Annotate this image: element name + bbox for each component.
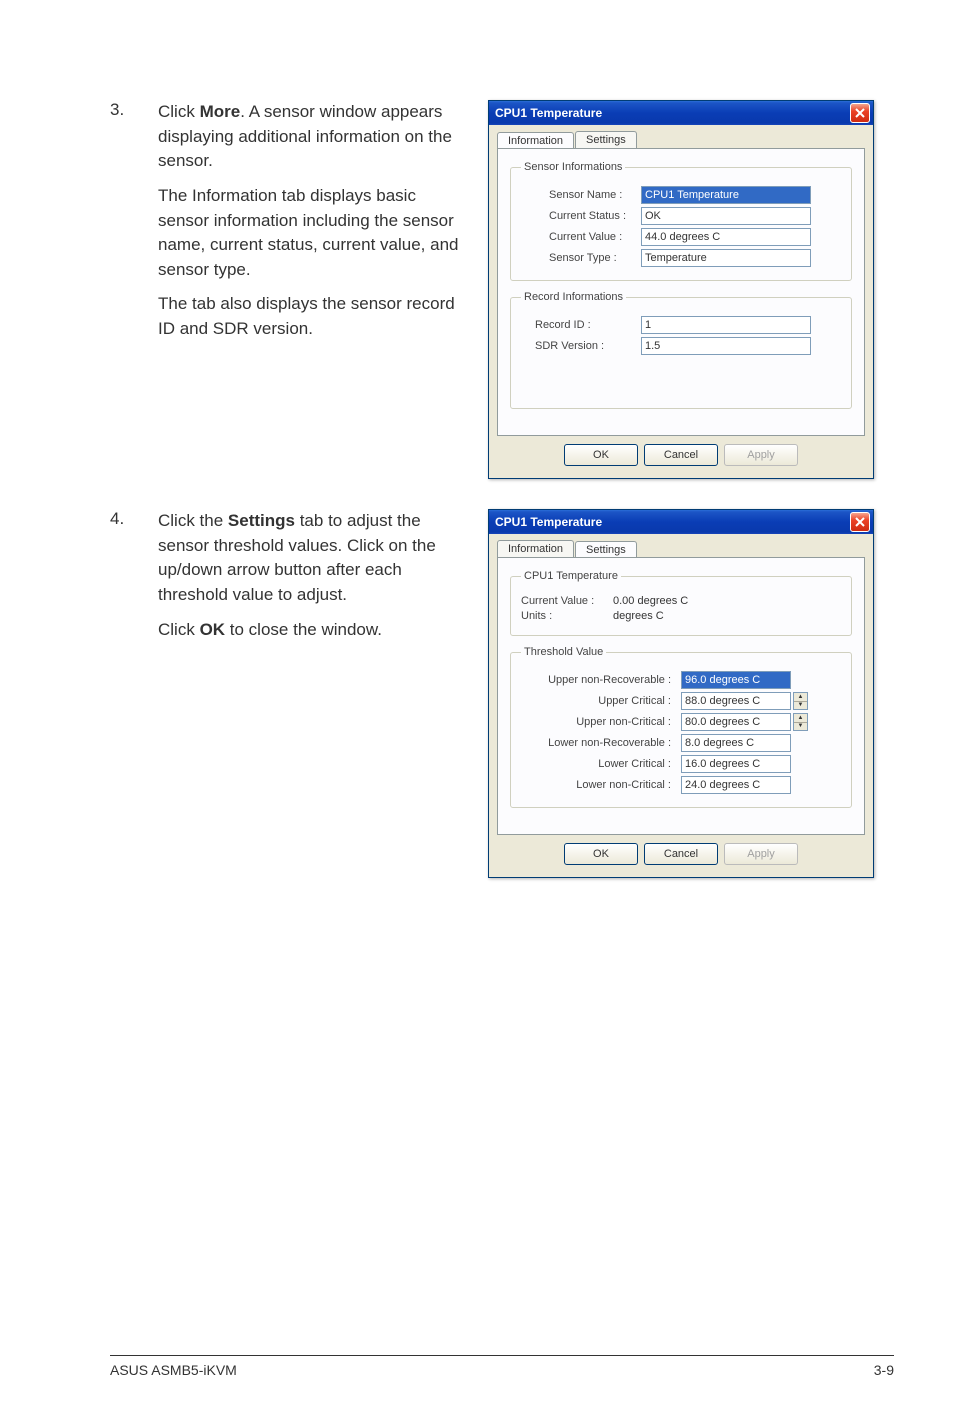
sdr-version-value[interactable]: 1.5 [641, 337, 811, 355]
current-value-value[interactable]: 44.0 degrees C [641, 228, 811, 246]
chevron-down-icon[interactable]: ▼ [794, 723, 807, 731]
threshold-value-group: Threshold Value Upper non-Recoverable : … [510, 646, 852, 808]
record-id-label: Record ID : [521, 319, 641, 331]
spinner[interactable]: ▲▼ [793, 692, 808, 710]
fieldset-legend: Sensor Informations [521, 161, 625, 173]
dialog-title: CPU1 Temperature [495, 515, 602, 529]
current-value-label: Current Value : [521, 231, 641, 243]
dialog-title: CPU1 Temperature [495, 106, 602, 120]
upper-non-recoverable-input[interactable]: 96.0 degrees C [681, 671, 791, 689]
step-number: 3. [110, 100, 140, 120]
cancel-button[interactable]: Cancel [644, 444, 718, 466]
sensor-type-label: Sensor Type : [521, 252, 641, 264]
ok-button[interactable]: OK [564, 444, 638, 466]
step-text: Click the Settings tab to adjust the sen… [158, 509, 470, 652]
fieldset-legend: Record Informations [521, 291, 626, 303]
chevron-up-icon[interactable]: ▲ [794, 714, 807, 723]
record-informations-group: Record Informations Record ID : 1 SDR Ve… [510, 291, 852, 409]
upper-critical-input[interactable]: 88.0 degrees C [681, 692, 791, 710]
ok-button[interactable]: OK [564, 843, 638, 865]
sdr-version-label: SDR Version : [521, 340, 641, 352]
current-status-label: Current Status : [521, 210, 641, 222]
close-icon[interactable] [850, 512, 870, 532]
step-text: Click More. A sensor window appears disp… [158, 100, 470, 352]
sensor-information-dialog: CPU1 Temperature Information Settings Se… [488, 100, 874, 479]
bold-text: OK [200, 620, 226, 639]
fieldset-legend: Threshold Value [521, 646, 606, 658]
upper-non-critical-input[interactable]: 80.0 degrees C [681, 713, 791, 731]
tabs: Information Settings [497, 131, 865, 149]
units-label: Units : [521, 610, 613, 622]
record-id-value[interactable]: 1 [641, 316, 811, 334]
lower-non-critical-label: Lower non-Critical : [521, 779, 681, 791]
lower-non-recoverable-input[interactable]: 8.0 degrees C [681, 734, 791, 752]
upper-non-critical-label: Upper non-Critical : [521, 716, 681, 728]
text: Click [158, 102, 200, 121]
units-text: degrees C [613, 610, 664, 622]
titlebar[interactable]: CPU1 Temperature [489, 101, 873, 125]
footer-right: 3-9 [874, 1362, 894, 1378]
current-value-label: Current Value : [521, 595, 613, 607]
current-status-value[interactable]: OK [641, 207, 811, 225]
upper-critical-label: Upper Critical : [521, 695, 681, 707]
close-icon[interactable] [850, 103, 870, 123]
current-value-text: 0.00 degrees C [613, 595, 688, 607]
text: Click the [158, 511, 228, 530]
titlebar[interactable]: CPU1 Temperature [489, 510, 873, 534]
upper-non-recoverable-label: Upper non-Recoverable : [521, 674, 681, 686]
apply-button[interactable]: Apply [724, 843, 798, 865]
sensor-type-value[interactable]: Temperature [641, 249, 811, 267]
tab-information[interactable]: Information [497, 540, 574, 558]
spinner[interactable]: ▲▼ [793, 713, 808, 731]
text: to close the window. [225, 620, 382, 639]
cpu1-temperature-group: CPU1 Temperature Current Value : 0.00 de… [510, 570, 852, 636]
sensor-name-label: Sensor Name : [521, 189, 641, 201]
text: The Information tab displays basic senso… [158, 184, 470, 283]
bold-text: Settings [228, 511, 295, 530]
chevron-up-icon[interactable]: ▲ [794, 693, 807, 702]
footer-left: ASUS ASMB5-iKVM [110, 1362, 237, 1378]
text: Click [158, 620, 200, 639]
tab-settings[interactable]: Settings [575, 131, 637, 149]
lower-non-recoverable-label: Lower non-Recoverable : [521, 737, 681, 749]
bold-text: More [200, 102, 241, 121]
step-number: 4. [110, 509, 140, 529]
fieldset-legend: CPU1 Temperature [521, 570, 621, 582]
tabs: Information Settings [497, 540, 865, 558]
apply-button[interactable]: Apply [724, 444, 798, 466]
sensor-name-value[interactable]: CPU1 Temperature [641, 186, 811, 204]
sensor-informations-group: Sensor Informations Sensor Name : CPU1 T… [510, 161, 852, 281]
lower-non-critical-input[interactable]: 24.0 degrees C [681, 776, 791, 794]
lower-critical-label: Lower Critical : [521, 758, 681, 770]
text: The tab also displays the sensor record … [158, 292, 470, 341]
cancel-button[interactable]: Cancel [644, 843, 718, 865]
sensor-settings-dialog: CPU1 Temperature Information Settings CP… [488, 509, 874, 878]
lower-critical-input[interactable]: 16.0 degrees C [681, 755, 791, 773]
chevron-down-icon[interactable]: ▼ [794, 702, 807, 710]
